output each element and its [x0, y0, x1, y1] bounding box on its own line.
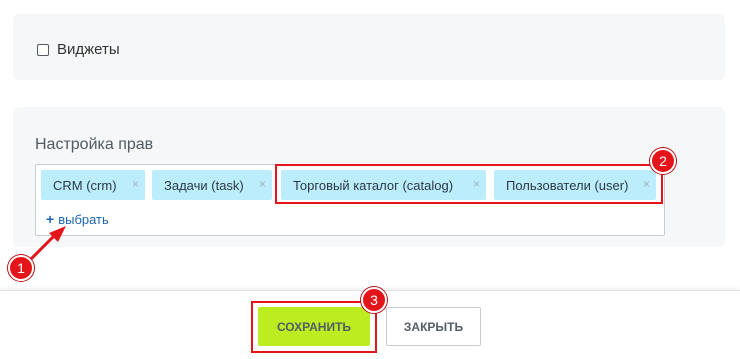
- annotation-badge-1: 1: [8, 255, 34, 281]
- app-page: Виджеты Настройка прав CRM (crm) × Задач…: [0, 0, 740, 359]
- annotation-badge-2: 2: [650, 148, 676, 174]
- annotation-badge-3: 3: [361, 287, 387, 313]
